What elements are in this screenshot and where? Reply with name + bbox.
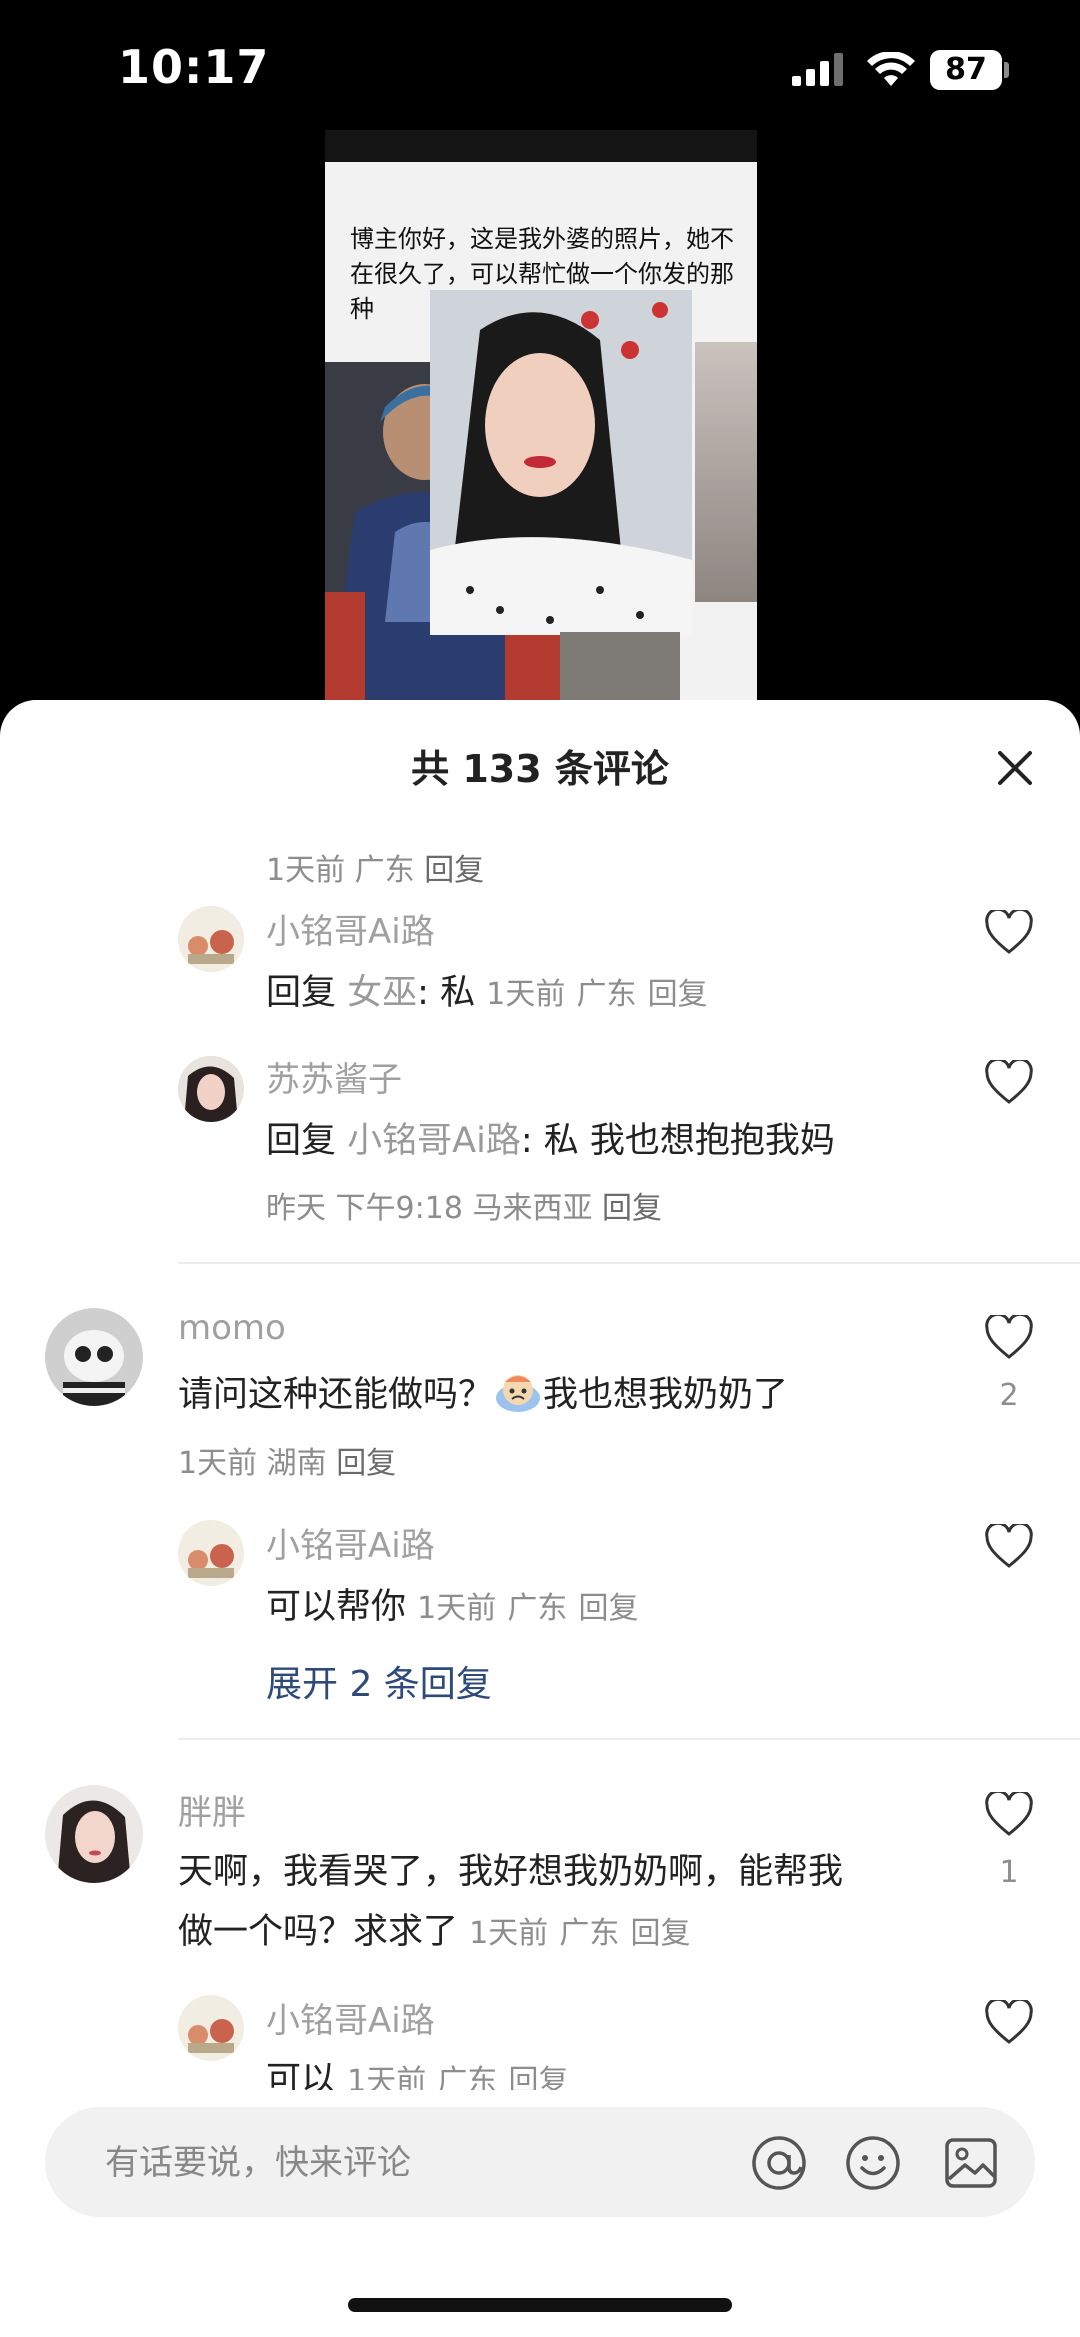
- reply-button[interactable]: 回复: [509, 2064, 569, 2090]
- reply-button[interactable]: 回复: [602, 1191, 662, 1226]
- comment-body: 回复 小铭哥Ai路: 私 我也想抱抱我妈: [266, 1111, 835, 1171]
- emoji-icon: [846, 2136, 900, 2190]
- battery-indicator: 87: [930, 50, 1002, 90]
- colon: :: [520, 1121, 533, 1161]
- comment-text: 私 我也想抱抱我妈: [543, 1121, 835, 1161]
- comment-body: 可以 1天前 广东 回复: [266, 2050, 569, 2090]
- comment-meta: 昨天 下午9:18 马来西亚 回复: [266, 1183, 662, 1227]
- comment-time: 1天前: [347, 2064, 427, 2090]
- at-icon: [752, 2136, 806, 2190]
- commenter-name[interactable]: momo: [178, 1308, 286, 1348]
- mention-link[interactable]: 小铭哥Ai路: [347, 1121, 521, 1161]
- comment-text: 私: [440, 973, 476, 1013]
- like-button[interactable]: [984, 1315, 1034, 1361]
- comment-time: 1天前: [417, 1591, 497, 1626]
- heart-icon: [985, 2000, 1033, 2044]
- avatar[interactable]: [178, 1056, 244, 1122]
- comment-meta: 1天前 广东 回复: [266, 845, 484, 889]
- signal-icon: [792, 53, 843, 86]
- comment-body: 天啊，我看哭了，我好想我奶奶啊，能帮我 做一个吗？求求了 1天前 广东 回复: [178, 1842, 958, 1964]
- comment-location: 广东: [437, 2064, 498, 2090]
- comment-text: 可以: [266, 2060, 337, 2090]
- commenter-name[interactable]: 小铭哥Ai路: [266, 1993, 435, 2042]
- wifi-icon: [867, 52, 915, 86]
- like-button[interactable]: [984, 1060, 1034, 1106]
- image-button[interactable]: [943, 2135, 999, 2191]
- comment-location: 广东: [576, 977, 637, 1012]
- commenter-name[interactable]: 小铭哥Ai路: [266, 1518, 435, 1567]
- heart-icon: [985, 1060, 1033, 1104]
- heart-icon: [985, 1792, 1033, 1836]
- reply-button[interactable]: 回复: [336, 1446, 396, 1481]
- comment-text: 做一个吗？求求了: [178, 1912, 459, 1952]
- like-button[interactable]: [984, 1524, 1034, 1570]
- comment-time-location: 昨天 下午9:18 马来西亚: [266, 1191, 593, 1226]
- avatar[interactable]: [45, 1785, 143, 1883]
- comment-location: 湖南: [266, 1446, 327, 1481]
- emoji-button[interactable]: [845, 2135, 901, 2191]
- reply-prefix: 回复: [266, 1121, 337, 1161]
- avatar[interactable]: [178, 1520, 244, 1586]
- video-side-strip: [695, 342, 757, 602]
- status-time: 10:17: [118, 40, 270, 94]
- heart-icon: [985, 1524, 1033, 1568]
- commenter-name[interactable]: 胖胖: [178, 1785, 246, 1834]
- at-button[interactable]: [751, 2135, 807, 2191]
- video-canvas: 博主你好，这是我外婆的照片，她不在很久了，可以帮忙做一个你发的那种: [325, 162, 757, 700]
- heart-icon: [985, 1315, 1033, 1359]
- comment-text: 天啊，我看哭了，我好想我奶奶啊，能帮我: [178, 1852, 844, 1892]
- like-button[interactable]: [984, 910, 1034, 956]
- expand-replies-button[interactable]: 展开 2 条回复: [266, 1655, 492, 1707]
- comment-text: 请问这种还能做吗？: [178, 1375, 494, 1415]
- reply-button[interactable]: 回复: [631, 1916, 691, 1951]
- comment-meta: 1天前 湖南 回复: [178, 1438, 396, 1482]
- comment-time: 1天前: [469, 1916, 549, 1951]
- status-bar: 10:17 87: [0, 0, 1080, 130]
- video-bottom-tile: [560, 632, 680, 700]
- comment-text-line: 做一个吗？求求了 1天前 广东 回复: [178, 1902, 958, 1964]
- video-caption: 博主你好，这是我外婆的照片，她不在很久了，可以帮忙做一个你发的那种: [350, 225, 734, 323]
- commenter-name[interactable]: 苏苏酱子: [266, 1052, 402, 1101]
- comment-time: 1天前: [266, 853, 346, 888]
- like-count: 2: [999, 1378, 1019, 1413]
- colon: :: [417, 973, 429, 1013]
- comment-body: 回复 女巫: 私 1天前 广东 回复: [266, 963, 708, 1025]
- comment-sheet: 共 133 条评论 1天前 广东 回复 小铭哥Ai路 回复 女巫: 私 1天前 …: [0, 700, 1080, 2337]
- reply-button[interactable]: 回复: [424, 853, 484, 888]
- battery-nub: [1004, 62, 1009, 78]
- crying-emoji-icon: [496, 1375, 541, 1412]
- comment-body: 可以帮你 1天前 广东 回复: [266, 1577, 639, 1639]
- like-button[interactable]: [984, 1792, 1034, 1838]
- like-count: 1: [999, 1855, 1019, 1890]
- mention-link[interactable]: 女巫: [347, 973, 417, 1013]
- home-indicator: [348, 2298, 732, 2312]
- commenter-name[interactable]: 小铭哥Ai路: [266, 904, 435, 953]
- avatar[interactable]: [178, 906, 244, 972]
- comment-location: 广东: [507, 1591, 568, 1626]
- video-preview[interactable]: 博主你好，这是我外婆的照片，她不在很久了，可以帮忙做一个你发的那种: [325, 130, 757, 700]
- divider: [178, 1738, 1080, 1740]
- comment-list[interactable]: 1天前 广东 回复 小铭哥Ai路 回复 女巫: 私 1天前 广东 回复 苏苏酱子…: [0, 700, 1080, 2090]
- reply-button[interactable]: 回复: [579, 1591, 639, 1626]
- avatar[interactable]: [45, 1308, 143, 1406]
- comment-location: 广东: [559, 1916, 620, 1951]
- like-button[interactable]: [984, 2000, 1034, 2046]
- comment-text: 我也想我奶奶了: [543, 1375, 789, 1415]
- reply-button[interactable]: 回复: [648, 977, 708, 1012]
- video-top-bar: [325, 130, 757, 162]
- comment-location: 广东: [354, 853, 415, 888]
- comment-time: 1天前: [178, 1446, 258, 1481]
- comment-text: 可以帮你: [266, 1587, 407, 1627]
- comment-input[interactable]: [103, 2129, 707, 2197]
- comment-body: 请问这种还能做吗？ 我也想我奶奶了: [178, 1365, 788, 1425]
- comment-time: 1天前: [486, 977, 566, 1012]
- image-icon: [945, 2138, 997, 2188]
- avatar[interactable]: [178, 1995, 244, 2061]
- divider: [178, 1262, 1080, 1264]
- young-woman-photo: [430, 290, 692, 635]
- heart-icon: [985, 910, 1033, 954]
- reply-prefix: 回复: [266, 973, 337, 1013]
- comment-input-bar: [45, 2107, 1035, 2217]
